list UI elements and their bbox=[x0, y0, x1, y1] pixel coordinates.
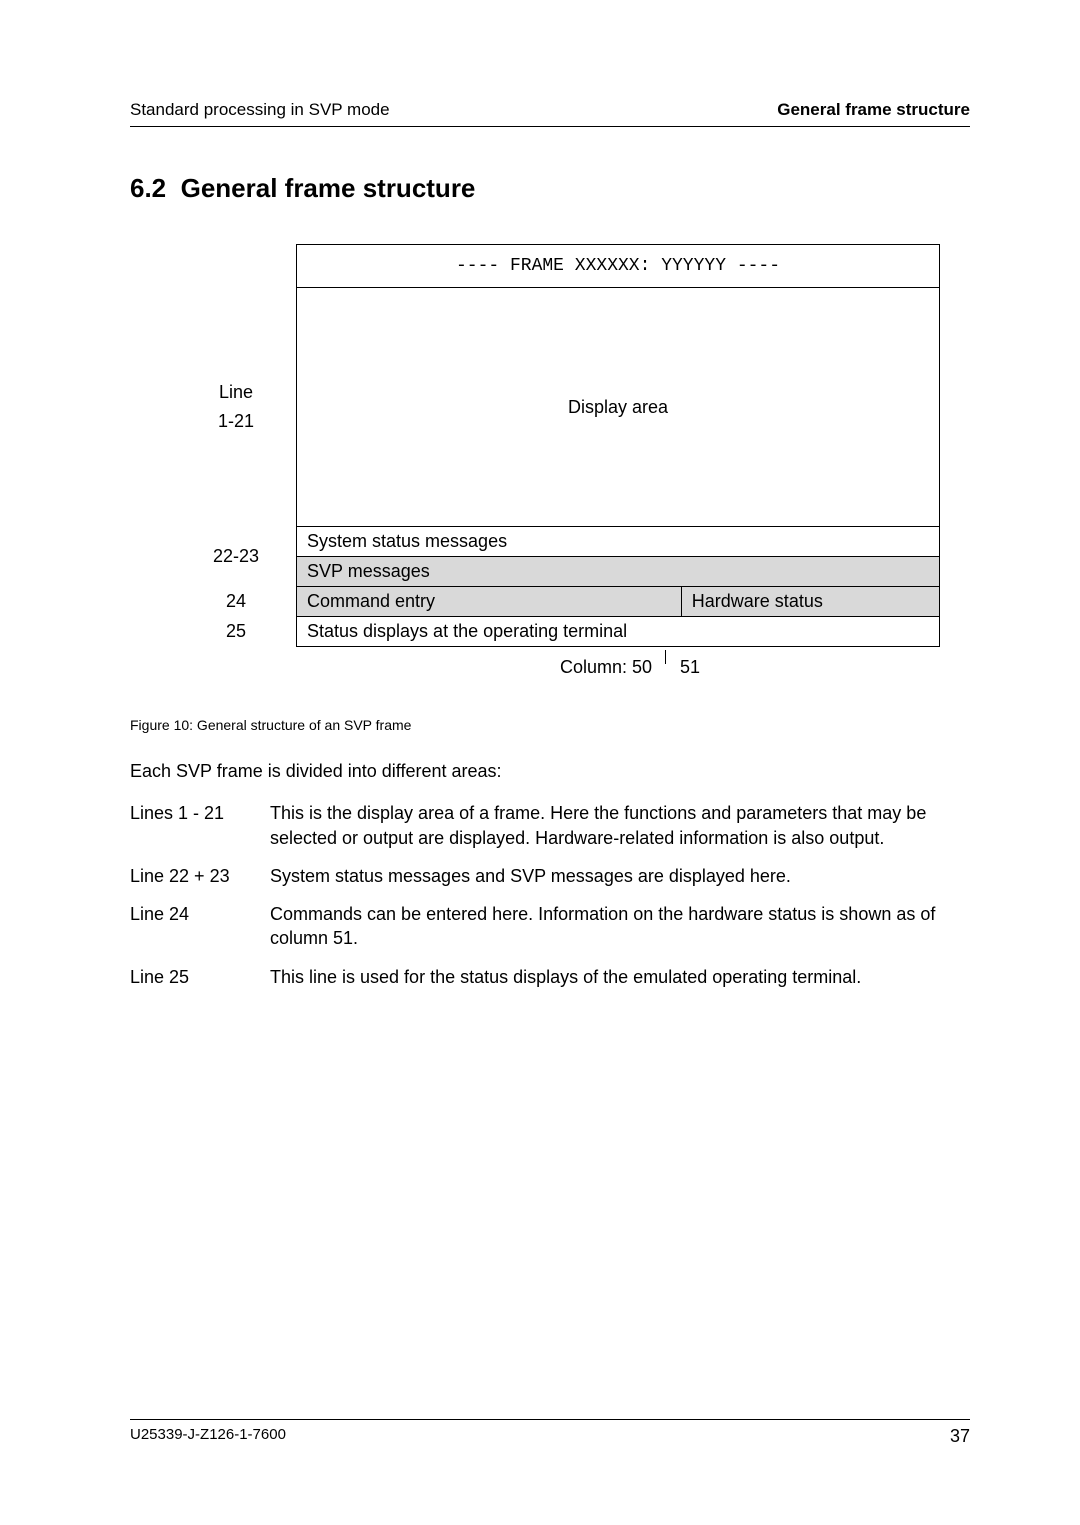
row-24-label: 24 bbox=[180, 587, 297, 617]
list-item: Line 22 + 23 System status messages and … bbox=[130, 864, 970, 888]
list-item: Line 24 Commands can be entered here. In… bbox=[130, 902, 970, 951]
list-item: Lines 1 - 21 This is the display area of… bbox=[130, 801, 970, 850]
line-range: 1-21 bbox=[190, 411, 282, 432]
frame-structure-diagram: ---- FRAME XXXXXX: YYYYYY ---- Line 1-21… bbox=[180, 244, 940, 689]
section-title: General frame structure bbox=[181, 173, 476, 203]
def-term: Line 22 + 23 bbox=[130, 864, 270, 888]
page-number: 37 bbox=[950, 1426, 970, 1447]
row-22-23-label: 22-23 bbox=[180, 527, 297, 587]
system-status-cell: System status messages bbox=[297, 527, 940, 557]
def-term: Line 25 bbox=[130, 965, 270, 989]
column-marker: Column: 50 51 bbox=[180, 657, 940, 689]
section-number: 6.2 bbox=[130, 173, 166, 203]
doc-id: U25339-J-Z126-1-7600 bbox=[130, 1426, 286, 1447]
section-heading: 6.2 General frame structure bbox=[130, 173, 970, 204]
def-desc: This line is used for the status display… bbox=[270, 965, 970, 989]
page-footer: U25339-J-Z126-1-7600 37 bbox=[130, 1419, 970, 1447]
figure-caption: Figure 10: General structure of an SVP f… bbox=[130, 717, 970, 733]
def-term: Line 24 bbox=[130, 902, 270, 951]
intro-text: Each SVP frame is divided into different… bbox=[130, 759, 970, 783]
hardware-status-cell: Hardware status bbox=[681, 587, 939, 617]
definition-list: Lines 1 - 21 This is the display area of… bbox=[130, 801, 970, 989]
column-tick-icon bbox=[665, 650, 666, 664]
header-right: General frame structure bbox=[777, 100, 970, 120]
display-area: Display area bbox=[297, 288, 940, 527]
def-desc: Commands can be entered here. Informatio… bbox=[270, 902, 970, 951]
status-displays-cell: Status displays at the operating termina… bbox=[297, 617, 940, 647]
line-word: Line bbox=[190, 382, 282, 403]
frame-title-bar: ---- FRAME XXXXXX: YYYYYY ---- bbox=[297, 245, 940, 288]
def-desc: System status messages and SVP messages … bbox=[270, 864, 970, 888]
column-50-label: Column: 50 bbox=[560, 657, 652, 678]
def-desc: This is the display area of a frame. Her… bbox=[270, 801, 970, 850]
line-1-21-label: Line 1-21 bbox=[180, 288, 297, 527]
svp-messages-cell: SVP messages bbox=[297, 557, 940, 587]
column-51-label: 51 bbox=[680, 657, 700, 678]
header-left: Standard processing in SVP mode bbox=[130, 100, 390, 120]
row-25-label: 25 bbox=[180, 617, 297, 647]
list-item: Line 25 This line is used for the status… bbox=[130, 965, 970, 989]
page-header: Standard processing in SVP mode General … bbox=[130, 100, 970, 127]
def-term: Lines 1 - 21 bbox=[130, 801, 270, 850]
command-entry-cell: Command entry bbox=[297, 587, 682, 617]
